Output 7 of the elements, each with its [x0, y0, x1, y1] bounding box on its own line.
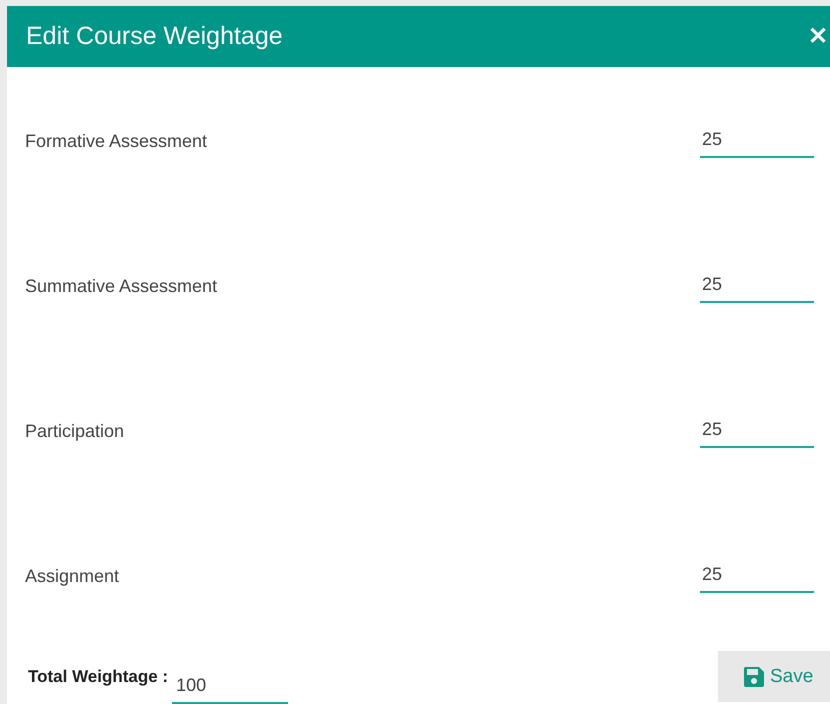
field-label: Assignment	[25, 566, 120, 586]
dialog-title: Edit Course Weightage	[26, 22, 283, 51]
field-label: Participation	[25, 420, 124, 442]
field-label: Formative Assessment	[25, 130, 208, 152]
total-label: Total Weightage :	[28, 666, 168, 686]
close-button[interactable]: ✕	[808, 22, 830, 51]
field-label: Summative Assessment	[25, 276, 218, 296]
